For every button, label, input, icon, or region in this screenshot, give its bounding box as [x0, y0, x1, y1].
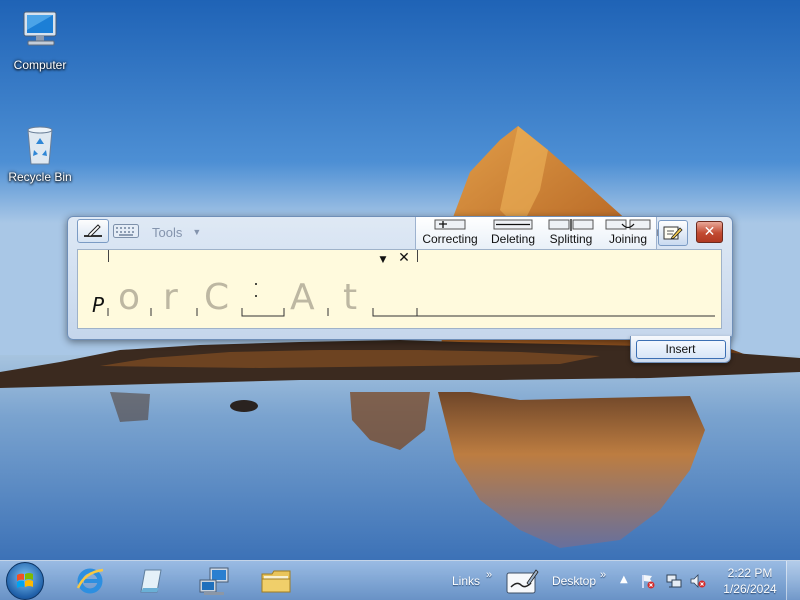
recognized-character: r	[163, 277, 178, 318]
splitting-gesture-icon	[548, 219, 594, 231]
recognized-character: A	[290, 277, 315, 318]
taskbar-file-explorer[interactable]	[252, 563, 300, 599]
writing-pad[interactable]: ▼ ✕ P o r C A t	[77, 249, 722, 329]
gesture-label: Deleting	[490, 232, 536, 246]
network-status-icon[interactable]	[666, 573, 682, 589]
gesture-splitting[interactable]: Splitting	[544, 219, 598, 246]
desktop-toolbar[interactable]: Desktop »	[552, 561, 606, 600]
windows-logo-icon	[17, 573, 33, 588]
volume-muted-icon[interactable]	[690, 573, 706, 589]
desktop-toolbar-label: Desktop	[552, 574, 597, 588]
links-toolbar[interactable]: Links »	[452, 561, 492, 600]
show-hidden-icons-arrow-icon[interactable]: ▲	[620, 574, 636, 590]
double-chevron-icon[interactable]: »	[486, 555, 492, 595]
close-icon: ✕	[703, 224, 716, 240]
folder-icon	[261, 570, 291, 593]
double-chevron-icon[interactable]: »	[600, 555, 606, 595]
ink-character: P	[92, 293, 105, 317]
internet-explorer-icon	[76, 568, 104, 594]
show-desktop-button[interactable]	[786, 561, 800, 600]
system-clock[interactable]: 2:22 PM 1/26/2024	[716, 565, 784, 597]
insert-button[interactable]: Insert	[630, 336, 731, 363]
action-center-flag-icon[interactable]	[640, 573, 656, 589]
start-button[interactable]	[6, 562, 44, 600]
links-toolbar-label: Links	[452, 574, 481, 588]
desktop-icon-recycle-bin[interactable]: Recycle Bin	[2, 120, 78, 184]
gesture-joining[interactable]: Joining	[600, 219, 656, 246]
computer-icon	[16, 8, 64, 56]
recognized-character: t	[343, 277, 358, 318]
desktop-icon-computer[interactable]: Computer	[2, 8, 78, 72]
gesture-label: Correcting	[422, 232, 478, 246]
taskbar-internet-explorer[interactable]	[66, 563, 114, 599]
clock-time: 2:22 PM	[727, 566, 773, 580]
correcting-gesture-icon	[434, 219, 466, 230]
taskbar-journal-app[interactable]	[126, 563, 174, 599]
insert-button-label: Insert	[665, 342, 696, 356]
chevron-down-icon: ▼	[192, 227, 202, 237]
tablet-pen-icon	[506, 569, 539, 594]
help-note-icon	[663, 226, 683, 240]
help-button[interactable]	[658, 220, 688, 246]
taskbar-input-panel-button[interactable]	[500, 563, 544, 599]
input-panel-window: Tools ▼ Correcting Deleting Splitting Jo…	[67, 216, 733, 340]
recycle-bin-icon	[16, 120, 64, 168]
gesture-label: Joining	[608, 232, 648, 246]
input-panel-toolbar: Tools ▼ Correcting Deleting Splitting Jo…	[68, 217, 732, 249]
taskbar-network-app[interactable]	[190, 563, 238, 599]
pen-icon	[84, 224, 102, 237]
gesture-help-panel: Correcting Deleting Splitting Joining	[415, 217, 657, 249]
recognized-character: C	[204, 277, 230, 318]
desktop-icon-label: Recycle Bin	[8, 170, 72, 184]
tools-menu-label: Tools	[152, 224, 183, 240]
deleting-gesture-icon	[493, 219, 533, 230]
clock-date: 1/26/2024	[723, 582, 777, 596]
writing-pad-button[interactable]	[77, 219, 109, 243]
gesture-deleting[interactable]: Deleting	[484, 219, 542, 246]
close-button[interactable]: ✕	[696, 221, 723, 243]
notepad-icon	[140, 569, 162, 593]
touch-keyboard-button[interactable]	[110, 219, 142, 243]
keyboard-icon	[113, 224, 139, 238]
gesture-label: Splitting	[549, 232, 593, 246]
taskbar: Links » Desktop » ▲ 2:22 PM 1/26/2024	[0, 560, 800, 600]
desktop-icon-label: Computer	[13, 58, 67, 72]
gesture-correcting[interactable]: Correcting	[419, 219, 481, 246]
network-computer-icon	[199, 567, 229, 595]
tools-menu[interactable]: Tools ▼	[152, 222, 201, 242]
recognized-character: o	[118, 277, 141, 318]
joining-gesture-icon	[605, 219, 651, 230]
